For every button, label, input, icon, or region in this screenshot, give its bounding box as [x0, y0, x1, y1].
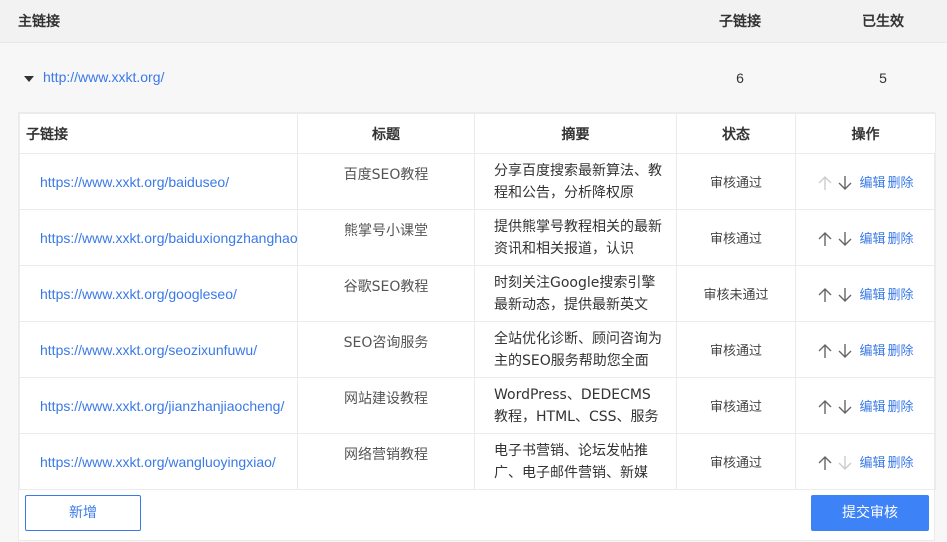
- header-main-link: 主链接: [18, 14, 60, 30]
- sub-link-summary-cell: 全站优化诊断、顾问咨询为主的SEO服务帮助您全面: [474, 321, 677, 378]
- sub-link-summary-cell: 提供熊掌号教程相关的最新资讯和相关报道，认识: [474, 209, 677, 266]
- sub-link-title: SEO咨询服务: [297, 321, 475, 378]
- header-effective: 已生效: [862, 14, 904, 30]
- edit-link[interactable]: 编辑: [859, 344, 885, 359]
- sub-link-url[interactable]: https://www.xxkt.org/baiduseo/: [19, 153, 298, 210]
- table-row: https://www.xxkt.org/jianzhanjiaocheng/网…: [19, 377, 936, 434]
- arrow-up-icon[interactable]: [817, 287, 833, 303]
- sub-link-url[interactable]: https://www.xxkt.org/wangluoyingxiao/: [19, 433, 298, 490]
- arrow-up-icon: [817, 175, 833, 191]
- sub-link-panel: 子链接 标题 摘要 状态 操作 https://www.xxkt.org/bai…: [18, 112, 936, 541]
- sub-link-title: 熊掌号小课堂: [297, 209, 475, 266]
- table-row: https://www.xxkt.org/baiduseo/百度SEO教程 分享百…: [19, 153, 936, 210]
- sub-link-title: 网络营销教程: [297, 433, 475, 490]
- group-row[interactable]: http://www.xxkt.org/ 6 5: [0, 43, 947, 111]
- sub-link-table: 子链接 标题 摘要 状态 操作 https://www.xxkt.org/bai…: [19, 113, 936, 490]
- add-button[interactable]: 新增: [25, 495, 141, 531]
- row-actions: 编辑 删除: [795, 153, 936, 210]
- col-sub-link: 子链接: [19, 113, 298, 154]
- row-actions: 编辑 删除: [795, 265, 936, 322]
- sub-link-title: 网站建设教程: [297, 377, 475, 434]
- status-text: 审核通过: [676, 377, 796, 434]
- col-title: 标题: [297, 113, 475, 154]
- status-text: 审核通过: [676, 153, 796, 210]
- edit-link[interactable]: 编辑: [859, 456, 885, 471]
- delete-link[interactable]: 删除: [888, 176, 914, 191]
- sub-link-url[interactable]: https://www.xxkt.org/jianzhanjiaocheng/: [19, 377, 298, 434]
- col-status: 状态: [676, 113, 796, 154]
- sub-link-summary: 时刻关注Google搜索引擎最新动态，提供最新英文: [494, 275, 656, 313]
- sub-link-summary-cell: WordPress、DEDECMS教程，HTML、CSS、服务器环: [474, 377, 677, 434]
- sub-link-summary-cell: 分享百度搜索最新算法、教程和公告，分析降权原: [474, 153, 677, 210]
- edit-link[interactable]: 编辑: [859, 288, 885, 303]
- sub-link-summary-cell: 电子书营销、论坛发帖推广、电子邮件营销、新媒: [474, 433, 677, 490]
- table-row: https://www.xxkt.org/baiduxiongzhanghao/…: [19, 209, 936, 266]
- delete-link[interactable]: 删除: [888, 400, 914, 415]
- table-row: https://www.xxkt.org/wangluoyingxiao/网络营…: [19, 433, 936, 490]
- caret-down-icon[interactable]: [24, 76, 34, 82]
- table-header-row: 子链接 标题 摘要 状态 操作: [19, 113, 936, 154]
- sub-link-summary: 全站优化诊断、顾问咨询为主的SEO服务帮助您全面: [494, 331, 662, 369]
- sub-link-summary: 分享百度搜索最新算法、教程和公告，分析降权原: [494, 163, 662, 201]
- status-text: 审核通过: [676, 209, 796, 266]
- delete-link[interactable]: 删除: [888, 344, 914, 359]
- arrow-down-icon: [837, 455, 853, 471]
- row-actions: 编辑 删除: [795, 209, 936, 266]
- arrow-up-icon[interactable]: [817, 399, 833, 415]
- sub-link-title: 百度SEO教程: [297, 153, 475, 210]
- sub-link-url[interactable]: https://www.xxkt.org/googleseo/: [19, 265, 298, 322]
- arrow-up-icon[interactable]: [817, 231, 833, 247]
- row-actions: 编辑 删除: [795, 321, 936, 378]
- status-text: 审核通过: [676, 433, 796, 490]
- sub-link-count: 6: [736, 70, 744, 86]
- arrow-down-icon[interactable]: [837, 231, 853, 247]
- effective-count: 5: [879, 70, 887, 86]
- status-text: 审核通过: [676, 321, 796, 378]
- status-text: 审核未通过: [676, 265, 796, 322]
- arrow-down-icon[interactable]: [837, 343, 853, 359]
- header-sub-links: 子链接: [719, 14, 761, 30]
- arrow-up-icon[interactable]: [817, 343, 833, 359]
- edit-link[interactable]: 编辑: [859, 400, 885, 415]
- sub-link-summary-cell: 时刻关注Google搜索引擎最新动态，提供最新英文: [474, 265, 677, 322]
- link-group: http://www.xxkt.org/ 6 5 子链接 标题 摘要 状态 操作…: [0, 43, 947, 542]
- row-actions: 编辑 删除: [795, 433, 936, 490]
- sub-link-title: 谷歌SEO教程: [297, 265, 475, 322]
- sub-link-summary: 电子书营销、论坛发帖推广、电子邮件营销、新媒: [494, 443, 648, 481]
- sub-link-summary: WordPress、DEDECMS教程，HTML、CSS、服务器环: [494, 387, 659, 425]
- edit-link[interactable]: 编辑: [859, 232, 885, 247]
- arrow-down-icon[interactable]: [837, 399, 853, 415]
- submit-review-button[interactable]: 提交审核: [811, 495, 929, 531]
- col-actions: 操作: [795, 113, 936, 154]
- main-link-url[interactable]: http://www.xxkt.org/: [43, 69, 164, 85]
- table-row: https://www.xxkt.org/googleseo/谷歌SEO教程 时刻…: [19, 265, 936, 322]
- arrow-down-icon[interactable]: [837, 287, 853, 303]
- sub-link-summary: 提供熊掌号教程相关的最新资讯和相关报道，认识: [494, 219, 662, 257]
- delete-link[interactable]: 删除: [888, 456, 914, 471]
- row-actions: 编辑 删除: [795, 377, 936, 434]
- col-summary: 摘要: [474, 113, 677, 154]
- arrow-up-icon[interactable]: [817, 455, 833, 471]
- arrow-down-icon[interactable]: [837, 175, 853, 191]
- list-header: 主链接 子链接 已生效: [0, 0, 947, 43]
- delete-link[interactable]: 删除: [888, 232, 914, 247]
- table-row: https://www.xxkt.org/seozixunfuwu/SEO咨询服…: [19, 321, 936, 378]
- edit-link[interactable]: 编辑: [859, 176, 885, 191]
- delete-link[interactable]: 删除: [888, 288, 914, 303]
- sub-link-url[interactable]: https://www.xxkt.org/baiduxiongzhanghao/: [19, 209, 298, 266]
- sub-link-url[interactable]: https://www.xxkt.org/seozixunfuwu/: [19, 321, 298, 378]
